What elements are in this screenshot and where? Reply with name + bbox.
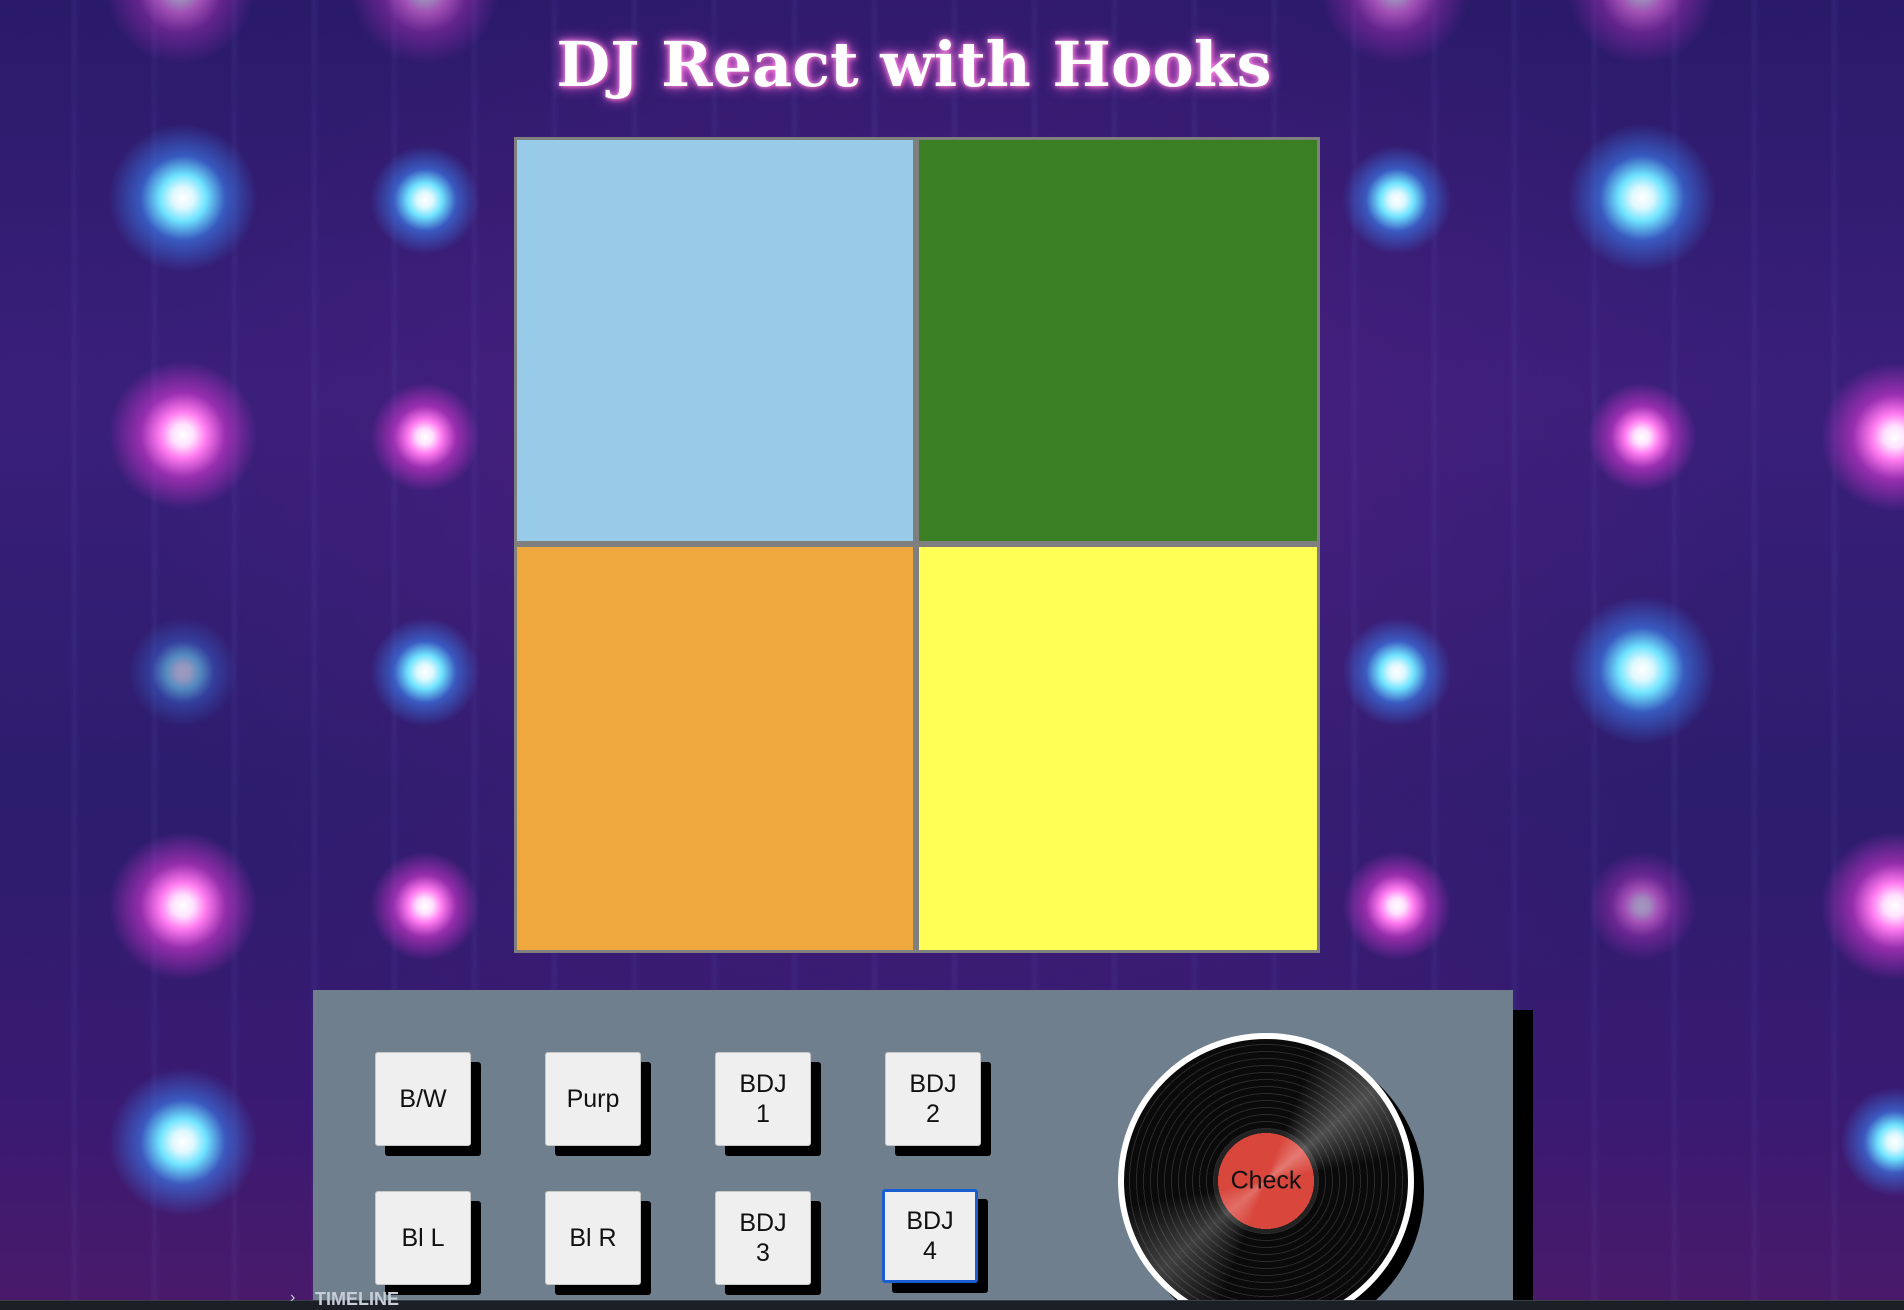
- check-label: Check: [1230, 1166, 1302, 1195]
- orange-pad[interactable]: [517, 547, 913, 950]
- vinyl-record-check-button[interactable]: Check: [1118, 1033, 1414, 1310]
- bl-l-button[interactable]: Bl L: [375, 1191, 471, 1285]
- bdj-3-button[interactable]: BDJ 3: [715, 1191, 811, 1285]
- chevron-right-icon[interactable]: ›: [290, 1289, 295, 1307]
- green-pad[interactable]: [919, 140, 1317, 541]
- bl-r-button[interactable]: Bl R: [545, 1191, 641, 1285]
- bdj-1-button[interactable]: BDJ 1: [715, 1052, 811, 1146]
- devtools-bottom-bar: › TIMELINE: [0, 1289, 1904, 1310]
- yellow-pad[interactable]: [919, 547, 1317, 950]
- bdj-2-button[interactable]: BDJ 2: [885, 1052, 981, 1146]
- timeline-label[interactable]: TIMELINE: [315, 1289, 399, 1310]
- purp-button[interactable]: Purp: [545, 1052, 641, 1146]
- bw-button[interactable]: B/W: [375, 1052, 471, 1146]
- color-pad-grid: [514, 137, 1320, 953]
- light-blue-pad[interactable]: [517, 140, 913, 541]
- page-title: DJ React with Hooks: [556, 28, 1272, 101]
- bdj-4-button[interactable]: BDJ 4: [882, 1189, 978, 1283]
